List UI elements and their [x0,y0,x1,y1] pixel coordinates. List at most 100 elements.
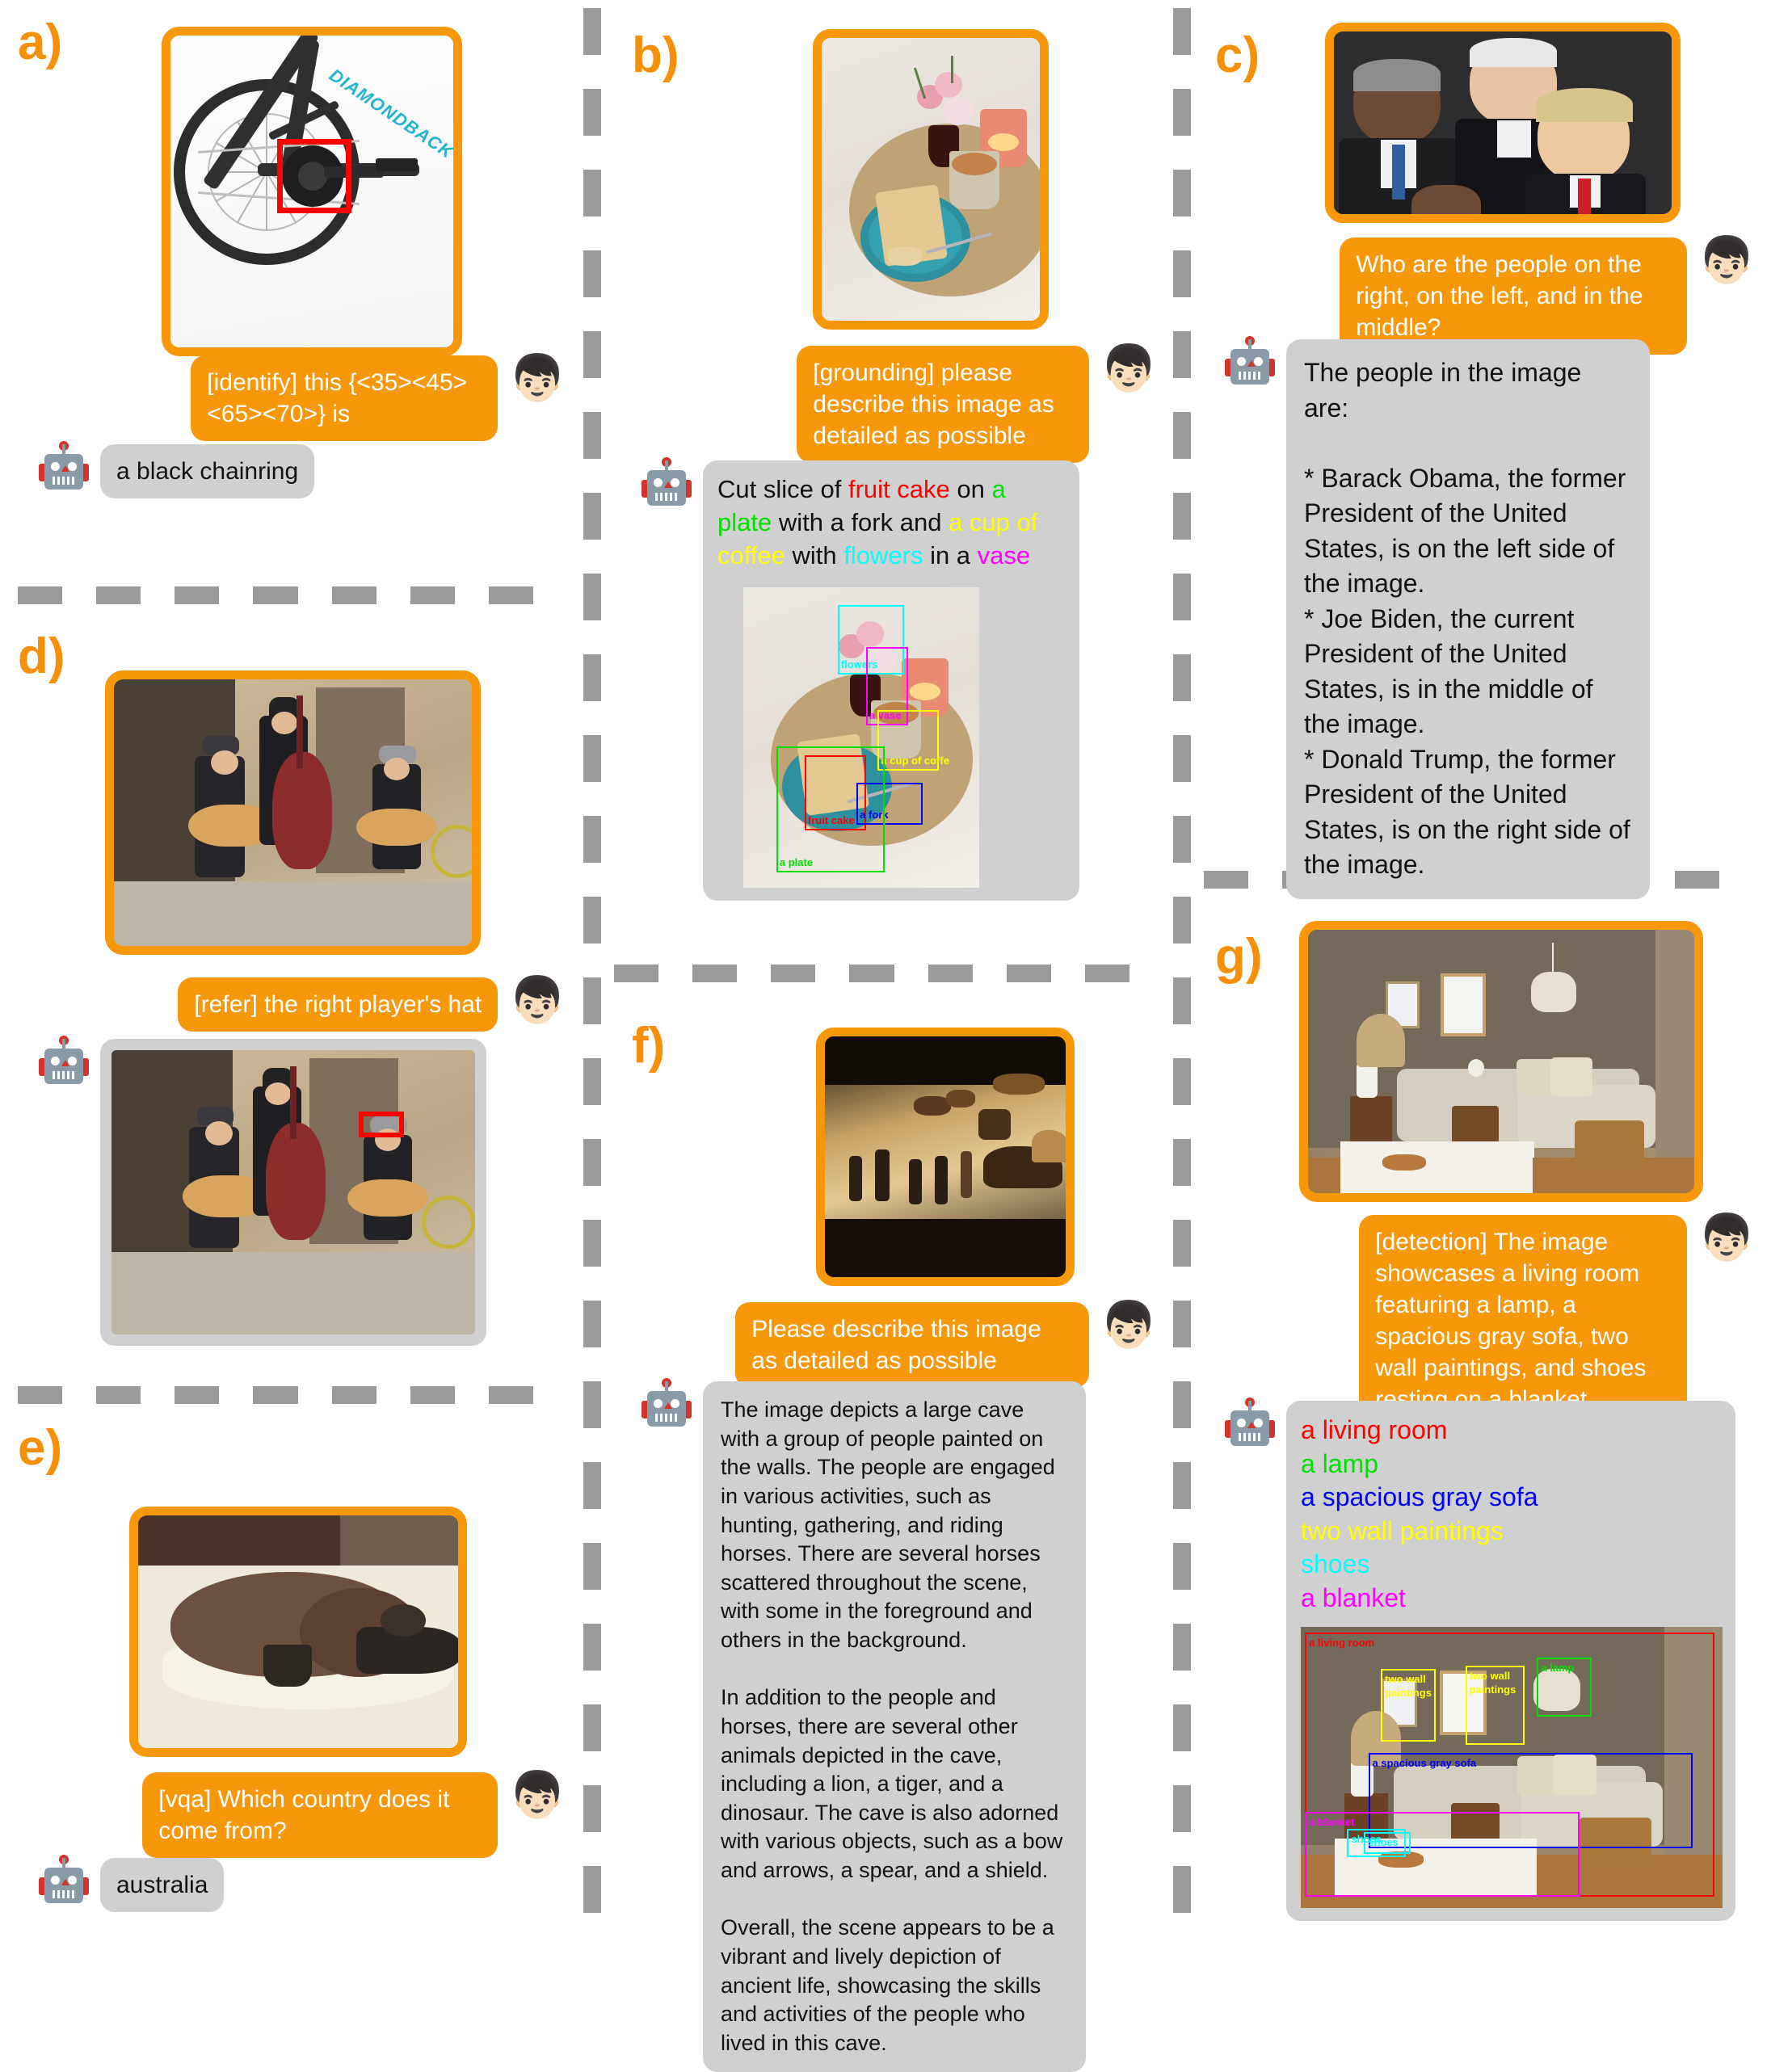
panel-c-image [1325,23,1681,223]
identify-bounding-box [277,139,351,213]
panel-g-bot-row: a living room a lamp a spacious gray sofa t… [1225,1397,1735,1921]
panel-a-bot-row: a black chainring [39,441,315,498]
panel-b-label: b) [632,27,679,83]
panel-a-image: DIAMONDBACK [162,27,462,356]
robot-face-icon [642,1378,692,1431]
user-avatar-emoji: 👦🏻 [509,352,566,403]
panel-e-label: e) [18,1420,63,1476]
caption-segment-8: in a [923,540,978,569]
panel-d: d) [refer] the right player's hat 👦🏻 [0,622,582,1373]
panel-e-bot-bubble: australia [100,1858,225,1912]
user-avatar-emoji: 👦🏻 [509,974,566,1025]
panel-f-user-row: Please describe this image as detailed a… [614,1302,1157,1388]
detection-box-1: two wall paintings [1381,1668,1437,1742]
detection-box-2: two wall paintings [1465,1666,1525,1745]
grounding-colored-caption: Cut slice of fruit cake on a plate with … [717,473,1065,573]
panel-d-label: d) [18,628,65,684]
cake-coffee-flowers-photo [822,38,1040,321]
panel-e: e) [vqa] Which country does it come from… [0,1414,582,1914]
panel-a-user-row: [identify] this {<35><45><65><70>} is 👦🏻 [0,355,566,441]
robot-face-icon [1225,336,1275,389]
panel-e-image [129,1507,467,1757]
panel-b-bot-row: Cut slice of fruit cake on a plate with … [642,457,1079,901]
panel-d-user-bubble[interactable]: [refer] the right player's hat [178,977,498,1032]
living-room-interior-photo [1308,930,1694,1193]
panel-b-user-bubble[interactable]: [grounding] please describe this image a… [797,346,1090,463]
panel-g-user-row: [detection] The image showcases a living… [1204,1215,1755,1427]
detection-label-4: shoes [1301,1549,1370,1579]
panel-f-user-bubble[interactable]: Please describe this image as detailed a… [735,1302,1090,1388]
panel-b-image [813,29,1049,330]
panel-b-grounding-image: flowers a vase a cup of coffe fruit cake a f… [743,586,979,888]
detection-label-5: a blanket [1301,1582,1406,1612]
panel-b-bot-bubble: Cut slice of fruit cake on a plate with … [703,460,1079,901]
robot-face-icon [642,457,692,511]
panel-b: b) [grounding] please describe this imag… [614,0,1172,953]
street-musicians-photo [114,679,472,946]
panel-a-label: a) [18,15,63,70]
caption-segment-0: Cut slice of [717,475,848,503]
panel-e-user-row: [vqa] Which country does it come from? 👦… [0,1772,566,1858]
user-avatar-emoji: 👦🏻 [1100,1299,1157,1350]
panel-f-bot-row: The image depicts a large cave with a gr… [642,1378,1086,2072]
panel-g-detection-image: a living room two wall paintings two wall … [1301,1626,1723,1908]
robot-face-icon [1225,1397,1275,1451]
refer-answer-bounding-box [359,1112,404,1137]
divider-horizontal-d-e [18,1386,567,1404]
panel-e-user-bubble[interactable]: [vqa] Which country does it come from? [142,1772,498,1858]
grounding-box-label: a plate [779,856,814,869]
figure-root: a) DIAMONDBACK [identify] this {<35><45>… [0,0,1771,2072]
panel-a-user-bubble[interactable]: [identify] this {<35><45><65><70>} is [191,355,498,441]
panel-d-bot-bubble [100,1039,486,1346]
panel-g: g) [detection] The image showcases a liv… [1204,906,1771,1921]
cave-painting-photo [825,1036,1066,1277]
panel-b-user-row: [grounding] please describe this image a… [614,346,1157,463]
detection-label-0: a living room [1301,1415,1448,1444]
robot-face-icon [39,441,89,494]
user-avatar-emoji: 👦🏻 [1698,1212,1755,1263]
detection-box-label: a blanket [1309,1816,1355,1829]
panel-e-bot-row: australia [39,1855,225,1912]
panel-c-bot-row: The people in the image are: * Barack Ob… [1225,336,1650,899]
bicycle-photo: DIAMONDBACK [170,36,453,347]
detection-label-2: a spacious gray sofa [1301,1482,1538,1512]
robot-face-icon [39,1036,89,1089]
robot-face-icon [39,1855,89,1908]
panel-d-user-row: [refer] the right player's hat 👦🏻 [0,977,566,1032]
grounding-box-2: a cup of coffe [877,710,949,771]
caption-segment-9: vase [977,540,1031,569]
grounding-box-5: a plate [776,746,886,873]
panel-d-image [105,670,481,955]
divider-horizontal-a-d [18,586,567,604]
panel-g-user-bubble[interactable]: [detection] The image showcases a living… [1359,1215,1688,1427]
panel-f: f) Please describe this image as detaile… [614,1003,1172,2072]
detection-box-label: two wall paintings [1469,1670,1516,1696]
caption-segment-1: fruit cake [848,475,950,503]
panel-g-label: g) [1215,929,1263,985]
three-presidents-photo [1334,32,1672,214]
user-avatar-emoji: 👦🏻 [509,1769,566,1820]
detection-label-1: a lamp [1301,1448,1379,1478]
detection-box-3: a lamp [1537,1657,1592,1717]
panel-c-user-bubble[interactable]: Who are the people on the right, on the … [1340,237,1688,355]
panel-c-bot-bubble: The people in the image are: * Barack Ob… [1286,339,1650,899]
detection-box-label: a living room [1309,1636,1375,1649]
grounding-box-label: a cup of coffe [881,754,949,767]
user-avatar-emoji: 👦🏻 [1698,234,1755,285]
panel-a: a) DIAMONDBACK [identify] this {<35><45>… [0,0,582,582]
detection-box-label: a lamp [1541,1661,1575,1674]
panel-f-bot-bubble: The image depicts a large cave with a gr… [703,1381,1086,2072]
detection-box-label: a spacious gray sofa [1372,1757,1477,1770]
caption-segment-7: flowers [843,540,923,569]
panel-c: c) Who are the people on the right, on t… [1204,0,1771,899]
detection-label-list: a living room a lamp a spacious gray sofa t… [1301,1414,1721,1616]
detection-label-3: two wall paintings [1301,1515,1504,1545]
panel-c-user-row: Who are the people on the right, on the … [1204,237,1755,355]
panel-f-label: f) [632,1018,666,1074]
panel-f-image [816,1028,1075,1286]
detection-box-7: a blanket [1305,1812,1580,1897]
panel-a-bot-bubble: a black chainring [100,444,315,498]
sleeping-platypus-photo [138,1515,458,1748]
user-avatar-emoji: 👦🏻 [1100,343,1157,393]
panel-g-image [1299,921,1703,1202]
